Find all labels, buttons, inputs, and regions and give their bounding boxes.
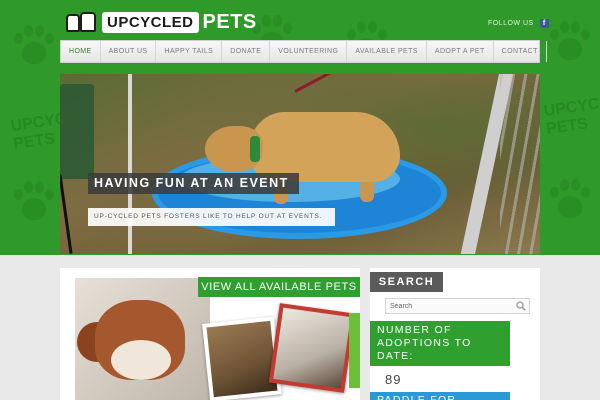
nav-adopt-a-pet[interactable]: ADOPT A PET	[427, 41, 494, 62]
featured-pets-panel: VIEW ALL AVAILABLE PETS	[60, 268, 360, 400]
hero-photo-dog	[250, 112, 400, 182]
nav-volunteering[interactable]: VOLUNTEERING	[270, 41, 348, 62]
slide-caption-title: HAVING FUN AT AN EVENT	[88, 173, 299, 194]
pet-thumbnail-edge	[349, 313, 360, 388]
nav-available-pets[interactable]: AVAILABLE PETS	[347, 41, 427, 62]
logo-text-pets: PETS	[202, 10, 257, 33]
main-nav: HOME ABOUT US HAPPY TAILS DONATE VOLUNTE…	[60, 40, 547, 63]
site-logo[interactable]: UPCYCLED PETS	[64, 10, 257, 34]
nav-happy-tails[interactable]: HAPPY TAILS	[156, 41, 223, 62]
slide-caption-text: UP-CYCLED PETS FOSTERS LIKE TO HELP OUT …	[88, 208, 335, 226]
view-all-pets-button[interactable]: VIEW ALL AVAILABLE PETS	[198, 277, 360, 297]
side-watermark-logo: UPCYCLED PETS	[10, 106, 100, 154]
pet-thumbnail[interactable]	[268, 303, 356, 393]
featured-pet-photo[interactable]	[75, 278, 210, 400]
hero-photo-collar	[250, 136, 260, 162]
adoptions-heading: NUMBER OF ADOPTIONS TO DATE:	[370, 321, 510, 366]
search-icon[interactable]	[516, 301, 526, 311]
sidebar: SEARCH NUMBER OF ADOPTIONS TO DATE: 89 P…	[370, 268, 540, 400]
pet-thumbnail[interactable]	[202, 316, 282, 400]
paw-print-icon	[548, 20, 592, 64]
nav-contact[interactable]: CONTACT	[494, 41, 547, 62]
nav-donate[interactable]: DONATE	[222, 41, 271, 62]
nav-about-us[interactable]: ABOUT US	[101, 41, 157, 62]
search-input[interactable]	[385, 298, 530, 314]
follow-us-label: FOLLOW US	[488, 20, 534, 27]
adoptions-count: 89	[385, 372, 402, 387]
nav-home[interactable]: HOME	[61, 41, 101, 62]
follow-us: FOLLOW US f	[488, 19, 549, 28]
paddle-heading: PADDLE FOR	[370, 392, 510, 400]
facebook-icon[interactable]: f	[539, 19, 549, 28]
side-watermark-text: UPCYCLED PETS	[542, 90, 600, 138]
search-heading: SEARCH	[370, 272, 443, 292]
paw-print-icon	[12, 180, 56, 224]
side-watermark-logo: UPCYCLED PETS	[543, 91, 600, 139]
dogs-logo-icon	[64, 10, 98, 34]
hero-photo-canopy	[500, 74, 540, 254]
logo-text-upcycled: UPCYCLED	[102, 11, 199, 33]
paw-print-icon	[548, 178, 592, 222]
paw-print-icon	[12, 24, 56, 68]
hero-photo-chair	[60, 84, 94, 179]
hero-photo-pole	[128, 74, 132, 254]
hero-slider[interactable]: HAVING FUN AT AN EVENT UP-CYCLED PETS FO…	[60, 74, 540, 254]
